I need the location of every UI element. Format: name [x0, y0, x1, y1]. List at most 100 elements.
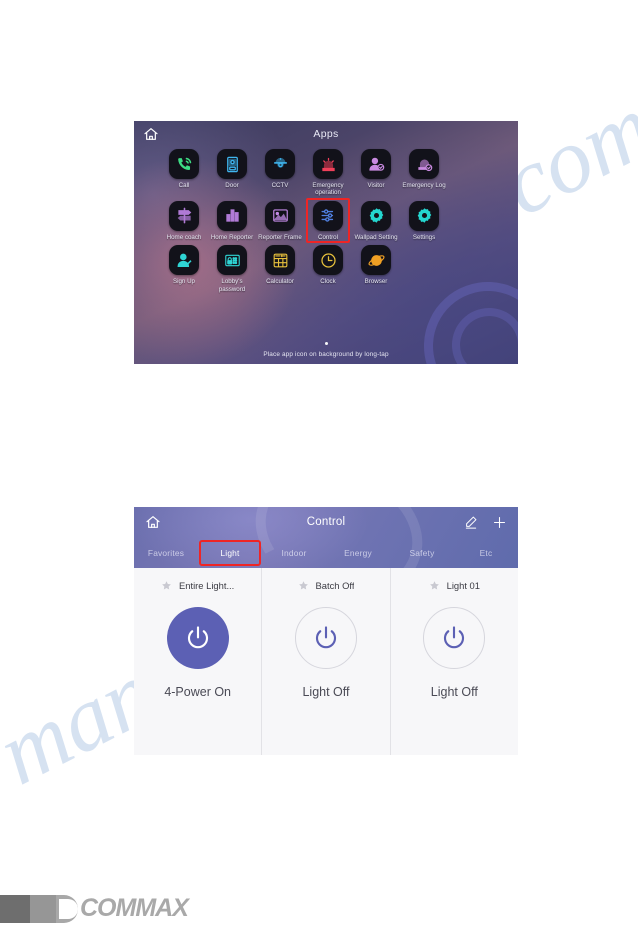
- phone-icon: [169, 149, 199, 179]
- door-station-icon: [217, 149, 247, 179]
- logo-block-mid: [30, 894, 56, 923]
- app-cctv[interactable]: CCTV: [256, 149, 304, 197]
- card-header: Batch Off: [262, 580, 389, 591]
- device-card[interactable]: Light 01 Light Off: [390, 568, 518, 755]
- visitor-icon: [361, 149, 391, 179]
- star-icon[interactable]: [298, 580, 309, 591]
- apps-top-bar: Apps: [134, 121, 518, 147]
- power-toggle-button[interactable]: [166, 607, 229, 669]
- apps-grid: Call Door CCTV Emergency operation Visit…: [134, 147, 518, 293]
- app-lobbys-password[interactable]: Lobby's password: [208, 245, 256, 293]
- star-icon[interactable]: [161, 580, 172, 591]
- plus-icon[interactable]: [492, 515, 507, 530]
- app-label: Settings: [412, 233, 436, 241]
- device-card-list: Entire Light... 4-Power On Batch Off Lig…: [134, 568, 518, 755]
- tab-label: Energy: [344, 547, 372, 558]
- logo-block-dark: [0, 894, 30, 923]
- apps-row: Home coach Home Reporter Reporter Frame …: [160, 197, 492, 243]
- app-label: Calculator: [266, 278, 294, 286]
- tab-favorites[interactable]: Favorites: [134, 548, 198, 558]
- app-wallpad-setting[interactable]: Wallpad Setting: [352, 200, 400, 241]
- card-status: Light Off: [430, 685, 478, 699]
- apps-screen: Apps Call Door CCTV Emergency operation …: [134, 121, 518, 364]
- card-title: Entire Light...: [179, 580, 235, 591]
- siren-icon: [313, 149, 343, 179]
- tab-indoor[interactable]: Indoor: [262, 548, 326, 558]
- apps-footer: Place app icon on background by long-tap: [134, 342, 518, 358]
- commax-footer-logo: COMMAX: [0, 894, 189, 923]
- app-visitor[interactable]: Visitor: [352, 149, 400, 197]
- gear-icon: [409, 200, 439, 231]
- app-label: Lobby's password: [218, 278, 246, 293]
- control-tabs: Favorites Light Indoor Energy Safety Etc: [134, 537, 518, 568]
- tab-label: Etc: [479, 547, 493, 558]
- app-emergency-log[interactable]: Emergency Log: [400, 149, 448, 197]
- pencil-icon[interactable]: [464, 515, 478, 529]
- tab-label: Indoor: [281, 547, 307, 558]
- tab-label: Favorites: [147, 547, 185, 558]
- apps-title: Apps: [313, 128, 339, 140]
- tab-safety[interactable]: Safety: [390, 548, 454, 558]
- brand-name: COMMAX: [80, 894, 189, 922]
- app-label: Emergency operation: [312, 182, 344, 197]
- logo-c-mark: [56, 894, 78, 923]
- app-home-reporter[interactable]: Home Reporter: [208, 200, 256, 241]
- card-header: Light 01: [391, 580, 518, 591]
- page-root: shive.com manualshive Apps: [0, 0, 638, 935]
- emergency-log-icon: [409, 149, 439, 179]
- app-label: Control: [318, 233, 338, 241]
- power-toggle-button[interactable]: [294, 607, 357, 669]
- dome-camera-icon: [265, 149, 295, 179]
- app-home-coach[interactable]: Home coach: [160, 200, 208, 241]
- app-label: Sign Up: [172, 278, 195, 286]
- app-label: Clock: [320, 278, 336, 286]
- app-call[interactable]: Call: [160, 149, 208, 197]
- app-settings[interactable]: Settings: [400, 200, 448, 241]
- page-title: Control: [306, 516, 346, 528]
- device-card[interactable]: Batch Off Light Off: [262, 568, 391, 755]
- page-indicator-dot[interactable]: [324, 342, 328, 345]
- tab-etc[interactable]: Etc: [454, 548, 518, 558]
- gear-icon: [361, 200, 391, 231]
- control-screen: Control Favorites Light Indoor Energy Sa…: [134, 507, 518, 755]
- app-door[interactable]: Door: [208, 149, 256, 197]
- control-top-bar: Control: [134, 507, 518, 537]
- app-label: Wallpad Setting: [354, 233, 398, 241]
- tab-label: Safety: [409, 547, 435, 558]
- card-header: Entire Light...: [134, 580, 261, 591]
- app-label: CCTV: [271, 182, 289, 189]
- app-sign-up[interactable]: Sign Up: [160, 245, 208, 293]
- card-status: Light Off: [302, 685, 350, 699]
- clock-icon: [313, 245, 343, 276]
- app-control[interactable]: Control: [304, 197, 352, 243]
- power-toggle-button[interactable]: [423, 607, 486, 669]
- card-status: 4-Power On: [164, 685, 232, 699]
- star-icon[interactable]: [429, 580, 440, 591]
- device-card[interactable]: Entire Light... 4-Power On: [134, 568, 263, 755]
- app-label: Browser: [364, 278, 388, 286]
- calculator-icon: [265, 245, 295, 276]
- app-label: Visitor: [367, 182, 385, 189]
- photo-frame-icon: [265, 200, 295, 231]
- app-clock[interactable]: Clock: [304, 245, 352, 293]
- tab-light[interactable]: Light: [198, 539, 262, 566]
- apps-hint-text: Place app icon on background by long-tap: [263, 351, 389, 358]
- app-calculator[interactable]: Calculator: [256, 245, 304, 293]
- control-header: Control Favorites Light Indoor Energy Sa…: [134, 507, 518, 568]
- keypad-lock-icon: [217, 245, 247, 276]
- app-browser[interactable]: Browser: [352, 245, 400, 293]
- apps-row: Call Door CCTV Emergency operation Visit…: [160, 149, 492, 197]
- browser-planet-icon: [361, 245, 391, 276]
- bar-chart-icon: [217, 200, 247, 231]
- control-actions: [464, 515, 507, 530]
- app-reporter-frame[interactable]: Reporter Frame: [256, 200, 304, 241]
- app-label: Reporter Frame: [258, 233, 302, 241]
- sign-up-icon: [169, 245, 199, 276]
- app-label: Call: [178, 182, 190, 189]
- tab-energy[interactable]: Energy: [326, 548, 390, 558]
- app-label: Emergency Log: [402, 182, 446, 189]
- card-title: Light 01: [446, 580, 480, 591]
- app-label: Door: [225, 182, 239, 189]
- app-label: Home coach: [166, 233, 202, 241]
- app-emergency-operation[interactable]: Emergency operation: [304, 149, 352, 197]
